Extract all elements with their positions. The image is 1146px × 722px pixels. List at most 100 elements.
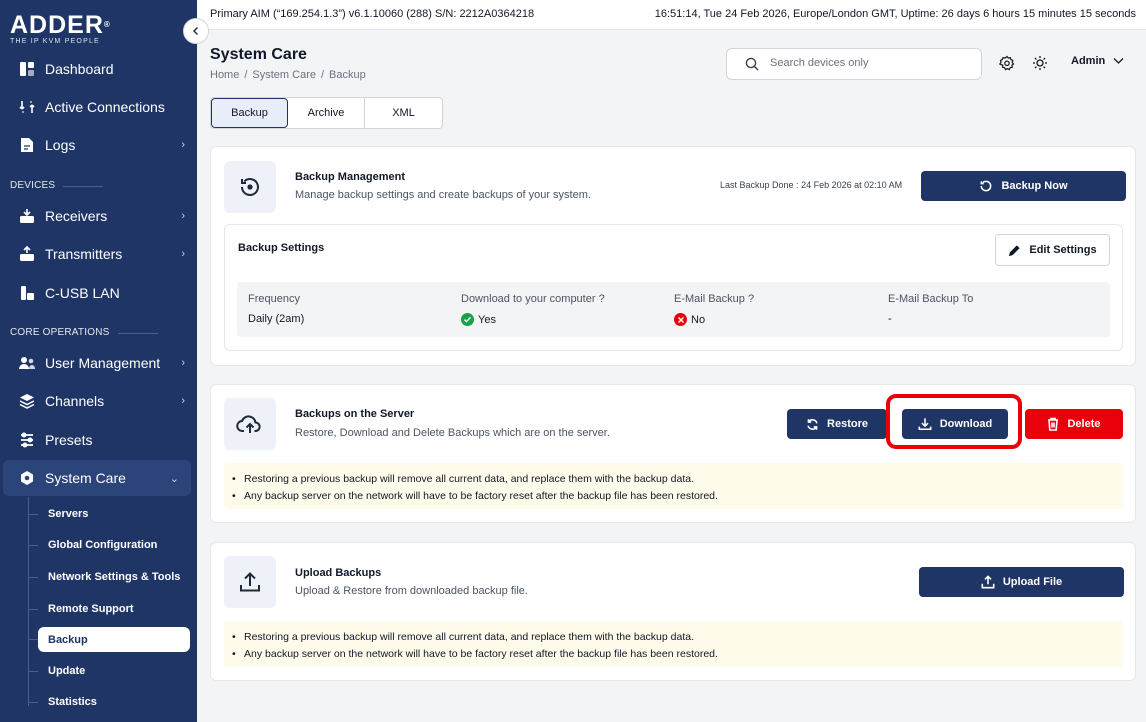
search-icon	[745, 57, 759, 71]
sidebar-item-label: Active Connections	[45, 99, 165, 115]
chevron-right-icon: ›	[181, 248, 185, 260]
server-backups-card: Backups on the Server Restore, Download …	[210, 384, 1136, 523]
upload-icon	[981, 575, 995, 589]
logo-text: ADDER	[10, 11, 104, 39]
breadcrumb: Home / System Care / Backup	[210, 69, 366, 81]
channels-icon	[18, 392, 36, 410]
value-text: Yes	[478, 313, 496, 326]
sidebar-item-label: Channels	[45, 393, 105, 409]
backup-history-icon	[224, 161, 276, 213]
panel-title: Backup Settings	[238, 242, 325, 254]
sidebar-subitem-update[interactable]: Update	[28, 659, 190, 683]
backup-now-button[interactable]: Backup Now	[921, 171, 1126, 201]
collapse-sidebar-button[interactable]	[183, 18, 209, 44]
column-value: Daily (2am)	[248, 313, 305, 325]
connections-icon	[18, 98, 36, 116]
download-button[interactable]: Download	[902, 409, 1008, 439]
system-care-icon	[18, 469, 36, 487]
edit-settings-button[interactable]: Edit Settings	[995, 234, 1110, 266]
column-header: Frequency	[248, 293, 300, 305]
sidebar-item-system-care[interactable]: System Care ⌄	[3, 460, 191, 496]
sidebar-item-label: Transmitters	[45, 246, 123, 262]
users-icon	[18, 354, 36, 372]
sidebar-item-logs[interactable]: Logs ›	[0, 130, 197, 160]
sidebar-item-transmitters[interactable]: Transmitters ›	[0, 239, 197, 269]
sidebar-item-user-management[interactable]: User Management ›	[0, 348, 197, 378]
clock-uptime: 16:51:14, Tue 24 Feb 2026, Europe/London…	[654, 8, 1136, 20]
card-description: Manage backup settings and create backup…	[295, 189, 591, 201]
chevron-right-icon: ›	[181, 395, 185, 407]
gear-icon	[999, 55, 1015, 71]
tab-archive[interactable]: Archive	[288, 98, 365, 128]
sidebar-subitem-servers[interactable]: Servers	[28, 502, 190, 526]
delete-button[interactable]: Delete	[1025, 409, 1123, 439]
sidebar-subitem-remote-support[interactable]: Remote Support	[28, 597, 190, 621]
search-input[interactable]	[770, 57, 970, 69]
sidebar-item-receivers[interactable]: Receivers ›	[0, 201, 197, 231]
settings-email-backup-to: E-Mail Backup To -	[888, 293, 973, 325]
column-value: No	[674, 313, 754, 326]
chevron-right-icon: ›	[181, 139, 185, 151]
button-label: Backup Now	[1001, 180, 1068, 192]
sidebar-item-label: System Care	[45, 470, 126, 486]
sidebar-item-active-connections[interactable]: Active Connections	[0, 92, 197, 122]
sidebar: ADDER® THE IP KVM PEOPLE Dashboard Activ…	[0, 0, 197, 722]
page-title: System Care	[210, 46, 307, 63]
backup-history-icon	[981, 180, 992, 192]
card-title: Backup Management	[295, 171, 406, 183]
sun-icon	[1033, 56, 1047, 70]
breadcrumb-home[interactable]: Home	[210, 69, 239, 81]
logo-tagline: THE IP KVM PEOPLE	[10, 38, 100, 45]
warning-notice: Restoring a previous backup will remove …	[224, 463, 1123, 509]
settings-email-backup: E-Mail Backup ? No	[674, 293, 754, 326]
check-circle-icon	[461, 313, 474, 326]
sidebar-item-channels[interactable]: Channels ›	[0, 386, 197, 416]
sidebar-subitem-network-settings-tools[interactable]: Network Settings & Tools	[28, 565, 190, 589]
sidebar-item-label: User Management	[45, 355, 161, 371]
tab-backup[interactable]: Backup	[211, 98, 288, 128]
breadcrumb-backup: Backup	[329, 69, 366, 81]
settings-gear-button[interactable]	[998, 54, 1016, 72]
presets-icon	[18, 431, 36, 449]
upload-backups-card: Upload Backups Upload & Restore from dow…	[210, 542, 1136, 681]
settings-summary: Frequency Daily (2am) Download to your c…	[237, 282, 1110, 337]
settings-frequency: Frequency Daily (2am)	[248, 293, 304, 325]
sidebar-subitem-global-configuration[interactable]: Global Configuration	[28, 533, 190, 557]
sidebar-item-label: Receivers	[45, 208, 108, 224]
download-icon	[918, 418, 932, 431]
card-title: Upload Backups	[295, 567, 382, 579]
theme-toggle-button[interactable]	[1031, 54, 1049, 72]
upload-icon	[224, 556, 276, 608]
trash-icon	[1048, 417, 1059, 431]
sidebar-item-label: Dashboard	[45, 61, 114, 77]
sidebar-subitem-backup[interactable]: Backup	[28, 627, 190, 652]
tab-xml[interactable]: XML	[365, 98, 442, 128]
upload-file-button[interactable]: Upload File	[919, 567, 1124, 597]
search-box	[726, 48, 982, 80]
sidebar-item-label: Logs	[45, 137, 76, 153]
adder-logo[interactable]: ADDER® THE IP KVM PEOPLE	[10, 11, 111, 46]
column-header: E-Mail Backup ?	[674, 293, 755, 305]
sidebar-item-presets[interactable]: Presets	[0, 425, 197, 455]
restore-button[interactable]: Restore	[787, 409, 887, 439]
sidebar-item-c-usb-lan[interactable]: C-USB LAN	[0, 278, 197, 308]
user-menu[interactable]: Admin	[1071, 55, 1124, 67]
card-description: Upload & Restore from downloaded backup …	[295, 585, 528, 597]
notice-item: Restoring a previous backup will remove …	[232, 471, 1123, 488]
sidebar-item-dashboard[interactable]: Dashboard	[0, 54, 197, 84]
chevron-right-icon: ›	[181, 210, 185, 222]
x-circle-icon	[674, 313, 687, 326]
sidebar-subitem-statistics[interactable]: Statistics	[28, 690, 190, 714]
usb-lan-icon	[18, 284, 36, 302]
button-label: Download	[939, 418, 993, 430]
pencil-icon	[1009, 244, 1020, 256]
status-bar: Primary AIM (“169.254.1.3”) v6.1.10060 (…	[197, 0, 1146, 30]
tab-bar: Backup Archive XML	[210, 97, 443, 129]
logo-reg: ®	[103, 20, 111, 29]
button-label: Edit Settings	[1029, 244, 1097, 256]
sidebar-item-label: Presets	[45, 432, 93, 448]
refresh-icon	[807, 418, 818, 430]
breadcrumb-system-care[interactable]: System Care	[252, 69, 316, 81]
last-backup-info: Last Backup Done : 24 Feb 2026 at 02:10 …	[720, 180, 902, 190]
settings-download-to-computer: Download to your computer ? Yes	[461, 293, 605, 326]
